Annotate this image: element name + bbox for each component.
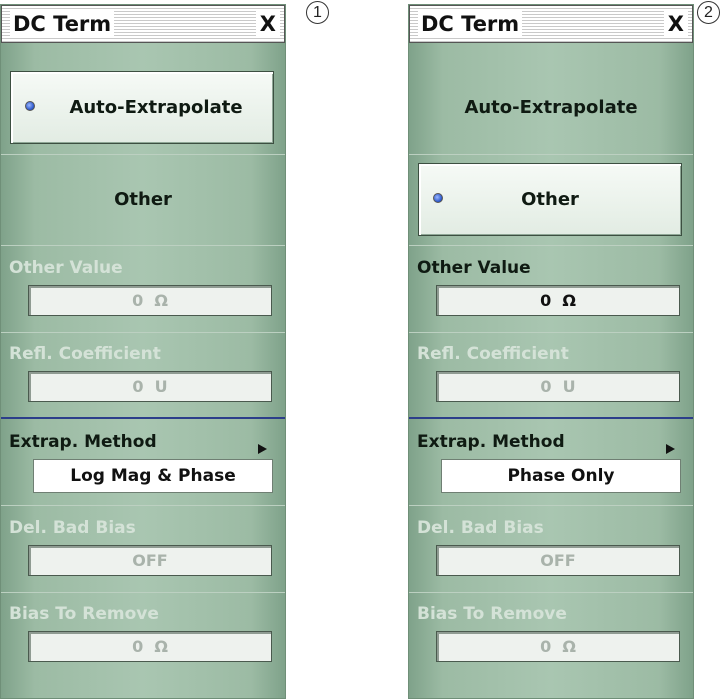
refl-coefficient-field: 0 U — [28, 371, 272, 402]
bias-to-remove-label: Bias To Remove — [417, 604, 567, 624]
del-bad-bias-field: OFF — [436, 545, 680, 576]
extrap-method-value[interactable]: Log Mag & Phase — [33, 459, 273, 493]
other-button[interactable]: Other — [418, 163, 682, 236]
separator — [409, 332, 693, 333]
auto-extrapolate-label: Auto-Extrapolate — [464, 97, 638, 118]
auto-extrapolate-label: Auto-Extrapolate — [69, 97, 243, 118]
separator — [1, 592, 285, 593]
title-bar: DC Term X — [409, 5, 693, 43]
separator-blue — [1, 417, 285, 419]
other-value-field[interactable]: 0 Ω — [436, 285, 680, 316]
extrap-method-value[interactable]: Phase Only — [441, 459, 681, 493]
separator — [1, 245, 285, 246]
refl-coefficient-label: Refl. Coefficient — [417, 344, 569, 364]
extrap-method-label: Extrap. Method — [417, 432, 565, 452]
other-value-label: Other Value — [417, 258, 531, 278]
separator — [1, 154, 285, 155]
bias-to-remove-field: 0 Ω — [28, 631, 272, 662]
auto-extrapolate-button[interactable]: Auto-Extrapolate — [409, 71, 693, 144]
other-label: Other — [521, 189, 579, 210]
other-label: Other — [114, 189, 172, 210]
del-bad-bias-label: Del. Bad Bias — [417, 518, 544, 538]
del-bad-bias-field: OFF — [28, 545, 272, 576]
callout-1: 1 — [306, 1, 329, 24]
other-button[interactable]: Other — [1, 163, 285, 236]
separator — [409, 245, 693, 246]
separator — [409, 505, 693, 506]
dc-term-panel-1: DC Term X Auto-Extrapolate Other Other V… — [0, 4, 286, 699]
separator-blue — [409, 417, 693, 419]
submenu-arrow-icon — [258, 444, 267, 454]
auto-extrapolate-button[interactable]: Auto-Extrapolate — [10, 71, 274, 144]
close-button[interactable]: X — [663, 10, 688, 38]
separator — [1, 505, 285, 506]
other-value-field: 0 Ω — [28, 285, 272, 316]
extrap-method-label: Extrap. Method — [9, 432, 157, 452]
callout-2: 2 — [697, 1, 720, 24]
title-bar: DC Term X — [1, 5, 285, 43]
bias-to-remove-field: 0 Ω — [436, 631, 680, 662]
panel-title: DC Term — [10, 10, 115, 38]
bias-to-remove-label: Bias To Remove — [9, 604, 159, 624]
separator — [1, 332, 285, 333]
radio-selected-icon — [25, 101, 35, 111]
refl-coefficient-field: 0 U — [436, 371, 680, 402]
separator — [409, 592, 693, 593]
other-value-label: Other Value — [9, 258, 123, 278]
dc-term-panel-2: DC Term X Auto-Extrapolate Other Other V… — [408, 4, 694, 699]
submenu-arrow-icon — [666, 444, 675, 454]
del-bad-bias-label: Del. Bad Bias — [9, 518, 136, 538]
close-button[interactable]: X — [255, 10, 280, 38]
refl-coefficient-label: Refl. Coefficient — [9, 344, 161, 364]
panel-title: DC Term — [418, 10, 523, 38]
separator — [409, 154, 693, 155]
